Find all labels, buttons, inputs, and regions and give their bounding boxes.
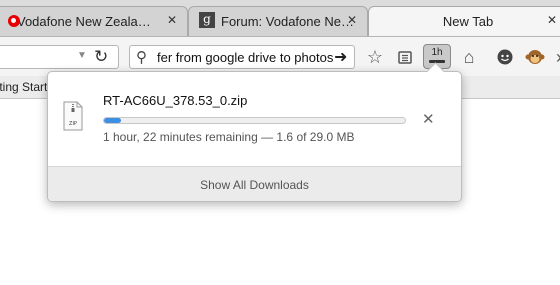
go-arrow-icon[interactable]: ➜: [334, 47, 347, 67]
reload-icon[interactable]: ↻: [94, 47, 108, 67]
tab-title: New Tab: [442, 14, 494, 29]
download-time-label: 1h: [431, 47, 443, 58]
search-icon: ⚲: [136, 49, 147, 66]
svg-text:ZIP: ZIP: [69, 121, 77, 127]
tab-vodafone[interactable]: Vodafone New Zeala… ✕: [0, 6, 188, 36]
home-icon[interactable]: ⌂: [458, 46, 480, 68]
star-icon[interactable]: ☆: [364, 46, 386, 68]
download-progress-icon: [429, 60, 445, 63]
download-file-name: RT-AC66U_378.53_0.zip: [103, 93, 248, 108]
tab-title: Vodafone New Zeala…: [17, 14, 151, 29]
search-input[interactable]: fer from google drive to photos: [157, 50, 333, 65]
tab-title: Forum: Vodafone Ne…: [221, 14, 354, 29]
search-bar[interactable]: ⚲ fer from google drive to photos ➜: [129, 45, 355, 69]
cancel-download-icon[interactable]: ✕: [422, 110, 435, 128]
zip-file-icon: ZIP: [63, 101, 83, 131]
tab-strip: Vodafone New Zeala… ✕ g Forum: Vodafone …: [0, 0, 560, 36]
close-icon[interactable]: ✕: [547, 13, 557, 27]
download-status: 1 hour, 22 minutes remaining — 1.6 of 29…: [103, 130, 355, 144]
show-all-downloads-label: Show All Downloads: [200, 178, 309, 192]
tab-new-tab[interactable]: New Tab ✕: [368, 6, 560, 36]
menu-icon[interactable]: »: [550, 46, 560, 68]
show-all-downloads-button[interactable]: Show All Downloads: [48, 166, 461, 201]
dropdown-icon[interactable]: ▼: [77, 50, 87, 61]
vodafone-icon: [8, 15, 20, 27]
bookmark-getting-started[interactable]: tting Starte: [0, 80, 54, 94]
reading-list-icon[interactable]: [394, 46, 416, 68]
downloads-panel: ZIP RT-AC66U_378.53_0.zip 1 hour, 22 min…: [47, 71, 462, 202]
chat-icon[interactable]: [494, 46, 516, 68]
monkey-icon[interactable]: [524, 46, 546, 68]
download-progress-fill: [104, 118, 121, 123]
g-favicon-icon: g: [199, 12, 215, 28]
url-bar[interactable]: ▼ ↻: [0, 45, 119, 69]
tab-forum[interactable]: g Forum: Vodafone Ne… ✕: [188, 6, 368, 36]
download-progress-bar: [103, 117, 406, 124]
close-icon[interactable]: ✕: [347, 13, 357, 27]
close-icon[interactable]: ✕: [167, 13, 177, 27]
